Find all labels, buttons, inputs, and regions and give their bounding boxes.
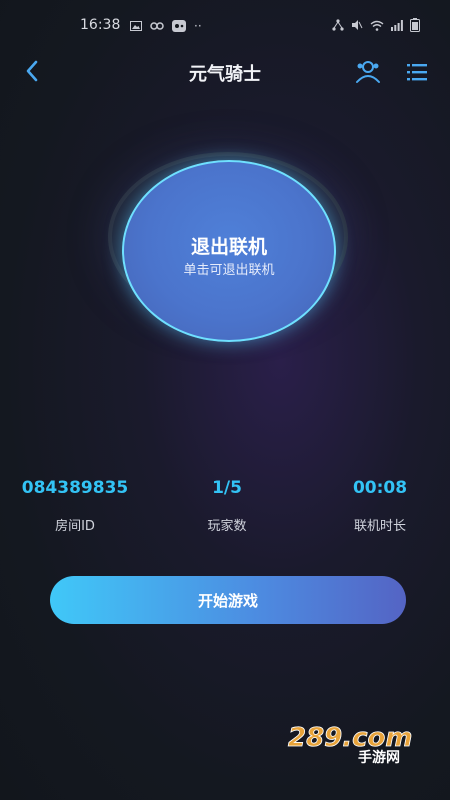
stat-room-id: 084389835 房间ID xyxy=(5,478,145,534)
start-game-button[interactable]: 开始游戏 xyxy=(50,576,406,624)
more-icon: ·· xyxy=(194,19,202,33)
status-bar: 16:38 ·· xyxy=(0,0,450,40)
header: 元气骑士 xyxy=(0,52,450,92)
wifi-icon xyxy=(370,20,384,31)
duration-label: 联机时长 xyxy=(353,519,406,534)
status-time: 16:38 xyxy=(80,17,121,33)
users-icon xyxy=(356,61,380,83)
status-left-icons: ·· xyxy=(130,19,202,33)
room-id-value: 084389835 xyxy=(21,478,129,498)
stat-players: 1/5 玩家数 xyxy=(157,478,297,534)
mute-icon xyxy=(352,20,363,30)
watermark-logo: 289.com 手游网 xyxy=(288,723,413,766)
stat-duration: 00:08 联机时长 xyxy=(310,478,450,534)
menu-button[interactable] xyxy=(405,60,429,84)
exit-connection-title: 退出联机 xyxy=(190,236,267,258)
friends-button[interactable] xyxy=(353,58,383,86)
network-icon xyxy=(332,19,344,31)
status-right-icons xyxy=(332,18,420,32)
link-icon xyxy=(150,22,164,30)
list-menu-icon xyxy=(407,64,427,81)
battery-icon xyxy=(410,18,420,32)
room-id-label: 房间ID xyxy=(55,519,95,534)
players-value: 1/5 xyxy=(212,478,242,498)
watermark-brand: 289.com xyxy=(288,723,413,753)
signal-icon xyxy=(391,19,403,31)
image-icon xyxy=(130,21,142,31)
duration-value: 00:08 xyxy=(352,478,408,498)
exit-connection-button[interactable]: 退出联机 单击可退出联机 xyxy=(122,160,336,342)
watermark-sub: 手游网 xyxy=(358,749,400,766)
exit-connection-subtitle: 单击可退出联机 xyxy=(183,263,275,278)
players-label: 玩家数 xyxy=(207,519,247,534)
game-icon xyxy=(172,20,186,32)
